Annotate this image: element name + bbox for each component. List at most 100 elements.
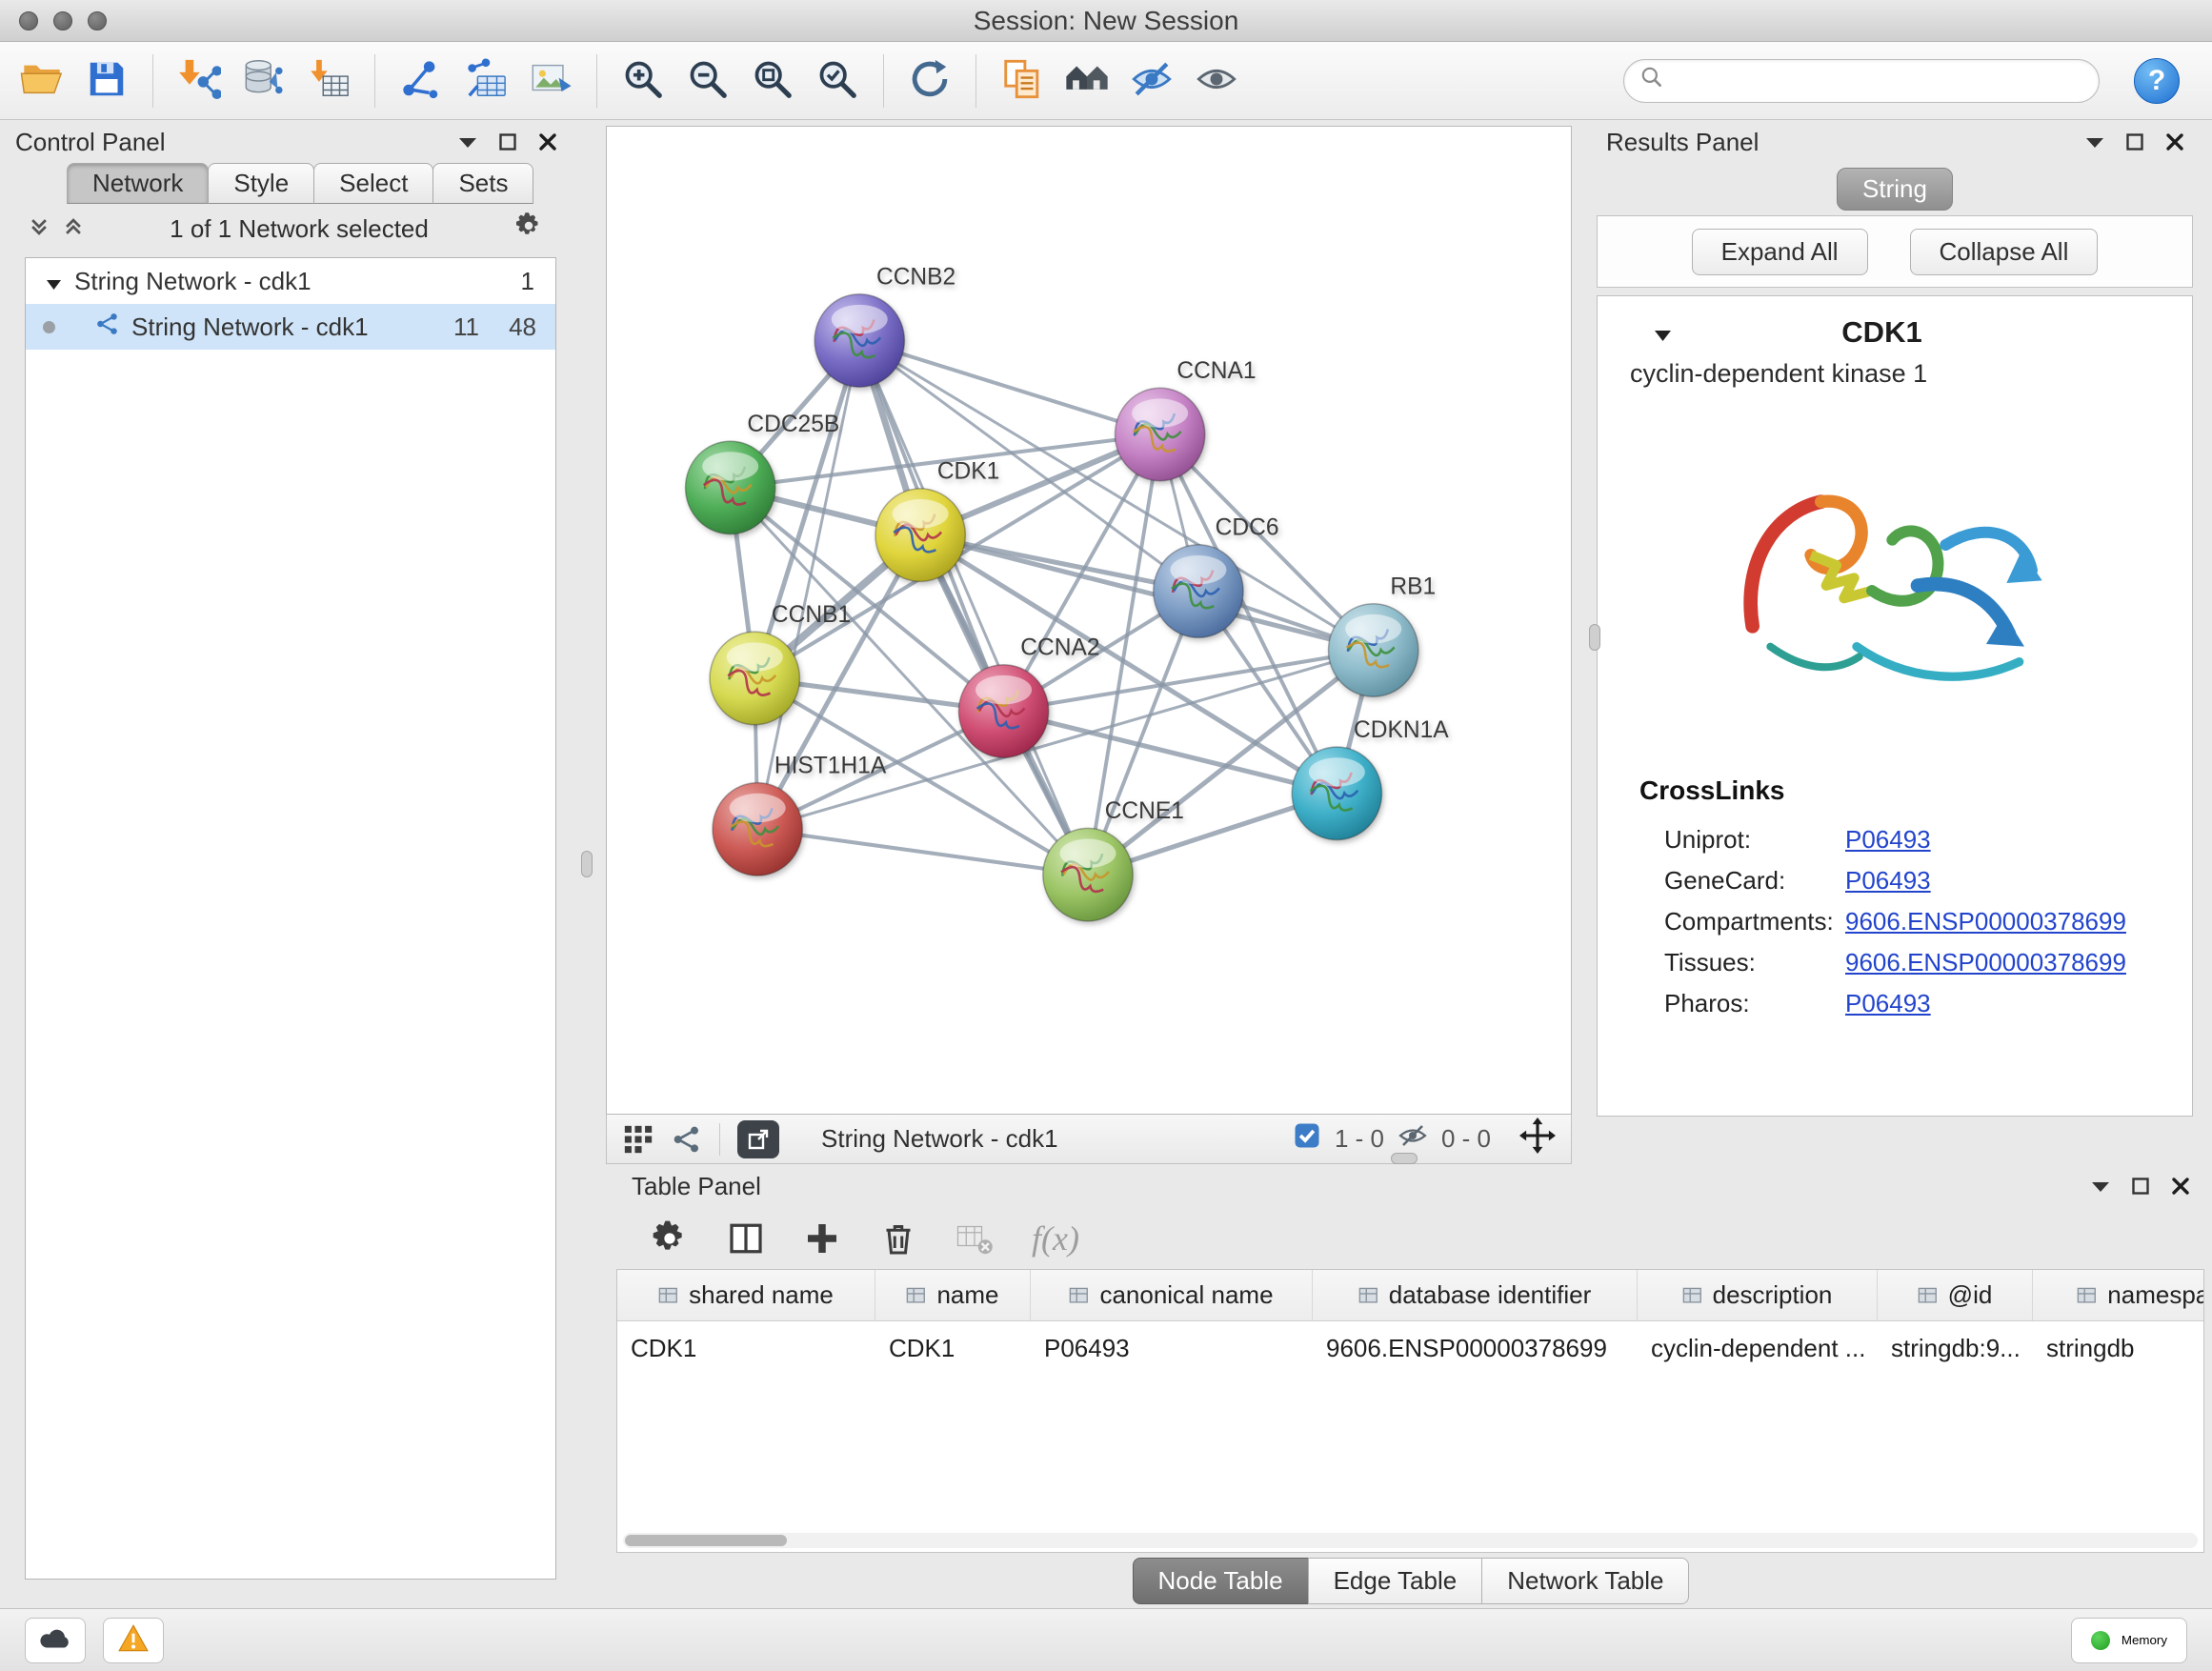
crosslink-value[interactable]: 9606.ENSP00000378699	[1845, 907, 2126, 936]
table-row[interactable]: CDK1CDK1P064939606.ENSP00000378699cyclin…	[617, 1321, 2204, 1375]
protein-details-box: CDK1 cyclin-dependent kinase 1	[1597, 295, 2193, 1117]
import-table-button[interactable]	[296, 49, 361, 113]
crosslink-value[interactable]: 9606.ENSP00000378699	[1845, 948, 2126, 977]
network-node-CDK1[interactable]: CDK1	[875, 457, 999, 581]
crosslink-value[interactable]: P06493	[1845, 866, 1931, 896]
delete-column-button[interactable]	[879, 1219, 917, 1258]
column-header[interactable]: namespace	[2033, 1270, 2204, 1320]
expand-all-button[interactable]: Expand All	[1692, 229, 1868, 275]
save-session-button[interactable]	[74, 49, 139, 113]
network-node-CCNB1[interactable]: CCNB1	[710, 601, 851, 725]
tab-network[interactable]: Network	[67, 163, 209, 204]
close-window-button[interactable]	[19, 11, 38, 30]
float-panel-icon[interactable]	[2132, 1178, 2149, 1195]
zoom-out-button[interactable]	[675, 49, 740, 113]
minimize-window-button[interactable]	[53, 11, 72, 30]
network-node-RB1[interactable]: RB1	[1329, 573, 1437, 696]
network-node-CDKN1A[interactable]: CDKN1A	[1292, 716, 1449, 840]
network-icon	[399, 57, 443, 104]
close-panel-icon[interactable]	[2172, 1178, 2189, 1195]
show-all-views-button[interactable]	[1055, 49, 1119, 113]
tab-select[interactable]: Select	[313, 163, 433, 204]
hide-selected-button[interactable]	[1119, 49, 1184, 113]
zoom-selected-button[interactable]	[805, 49, 870, 113]
search-box[interactable]	[1623, 59, 2100, 103]
splitter-handle[interactable]	[1589, 624, 1600, 651]
network-edge[interactable]	[859, 340, 1159, 434]
new-network-button[interactable]	[389, 49, 453, 113]
apply-layout-button[interactable]	[897, 49, 962, 113]
column-header[interactable]: name	[875, 1270, 1031, 1320]
close-panel-icon[interactable]	[539, 133, 556, 151]
node-label: CDKN1A	[1354, 716, 1449, 743]
network-collection-row[interactable]: String Network - cdk1 1	[26, 258, 555, 304]
expander-icon[interactable]	[1655, 318, 1671, 348]
zoom-in-button[interactable]	[611, 49, 675, 113]
toolbar-separator	[152, 54, 153, 108]
table-settings-button[interactable]	[651, 1219, 689, 1258]
tab-network-table[interactable]: Network Table	[1481, 1558, 1689, 1604]
show-columns-button[interactable]	[727, 1219, 765, 1258]
pan-crosshair-icon[interactable]	[1519, 1117, 1556, 1160]
splitter-handle[interactable]	[581, 851, 593, 877]
network-row-selected[interactable]: String Network - cdk1 11 48	[26, 304, 555, 350]
table-horizontal-scrollbar[interactable]	[623, 1533, 2198, 1548]
network-edge[interactable]	[757, 829, 1088, 875]
memory-label: Memory	[2122, 1633, 2167, 1647]
float-panel-icon[interactable]	[499, 133, 516, 151]
add-column-button[interactable]	[803, 1219, 841, 1258]
column-header[interactable]: description	[1638, 1270, 1878, 1320]
function-builder-button[interactable]: f(x)	[1032, 1218, 1079, 1258]
network-options-gear-icon[interactable]	[514, 211, 543, 247]
copy-document-button[interactable]	[990, 49, 1055, 113]
column-header[interactable]: @id	[1878, 1270, 2033, 1320]
open-session-button[interactable]	[10, 49, 74, 113]
float-panel-icon[interactable]	[2126, 133, 2143, 151]
expander-icon[interactable]	[47, 267, 61, 296]
collapse-panel-icon[interactable]	[2092, 1180, 2109, 1192]
import-network-database-button[interactable]	[231, 49, 296, 113]
tab-string[interactable]: String	[1837, 168, 1953, 211]
table-panel-title: Table Panel	[632, 1172, 761, 1201]
open-in-new-button[interactable]	[737, 1120, 779, 1158]
column-header[interactable]: shared name	[617, 1270, 875, 1320]
search-input[interactable]	[1674, 67, 2083, 94]
column-header[interactable]: canonical name	[1031, 1270, 1313, 1320]
tab-style[interactable]: Style	[208, 163, 314, 204]
network-from-table-button[interactable]	[453, 49, 518, 113]
splitter-handle[interactable]	[1391, 1153, 1418, 1164]
selected-checkbox-icon[interactable]	[1293, 1121, 1321, 1157]
birdseye-grid-icon[interactable]	[622, 1123, 654, 1156]
network-edge[interactable]	[757, 650, 1374, 829]
collapse-all-networks-icon[interactable]	[29, 214, 50, 244]
hidden-counts: 0 - 0	[1441, 1124, 1491, 1154]
show-hidden-button[interactable]	[1184, 49, 1249, 113]
export-image-button[interactable]	[518, 49, 583, 113]
crosslink-value[interactable]: P06493	[1845, 989, 1931, 1018]
crosslink-value[interactable]: P06493	[1845, 825, 1931, 855]
network-node-CCNB2[interactable]: CCNB2	[814, 263, 955, 387]
maximize-window-button[interactable]	[88, 11, 107, 30]
network-node-HIST1H1A[interactable]: HIST1H1A	[713, 752, 887, 876]
close-panel-icon[interactable]	[2166, 133, 2183, 151]
collapse-panel-icon[interactable]	[2086, 136, 2103, 148]
column-header[interactable]: database identifier	[1313, 1270, 1638, 1320]
import-network-file-button[interactable]	[167, 49, 231, 113]
help-button[interactable]: ?	[2134, 58, 2180, 104]
tab-node-table[interactable]: Node Table	[1133, 1558, 1309, 1604]
string-network-icon[interactable]	[672, 1124, 702, 1155]
expand-all-networks-icon[interactable]	[63, 214, 84, 244]
warnings-button[interactable]	[103, 1618, 164, 1663]
tab-sets[interactable]: Sets	[432, 163, 533, 204]
zoom-fit-button[interactable]	[740, 49, 805, 113]
memory-button[interactable]: Memory	[2071, 1618, 2187, 1663]
network-canvas[interactable]: CCNB2CCNA1CDC25BCDK1CDC6RB1CCNB1CCNA2CDK…	[606, 126, 1572, 1115]
scrollbar-thumb[interactable]	[625, 1535, 787, 1546]
cloud-button[interactable]	[25, 1618, 86, 1663]
network-node-CCNA1[interactable]: CCNA1	[1116, 357, 1257, 481]
tab-edge-table[interactable]: Edge Table	[1308, 1558, 1483, 1604]
collapse-all-button[interactable]: Collapse All	[1910, 229, 2099, 275]
network-edge[interactable]	[859, 340, 1088, 875]
collapse-panel-icon[interactable]	[459, 136, 476, 148]
delete-table-button[interactable]	[955, 1219, 994, 1258]
